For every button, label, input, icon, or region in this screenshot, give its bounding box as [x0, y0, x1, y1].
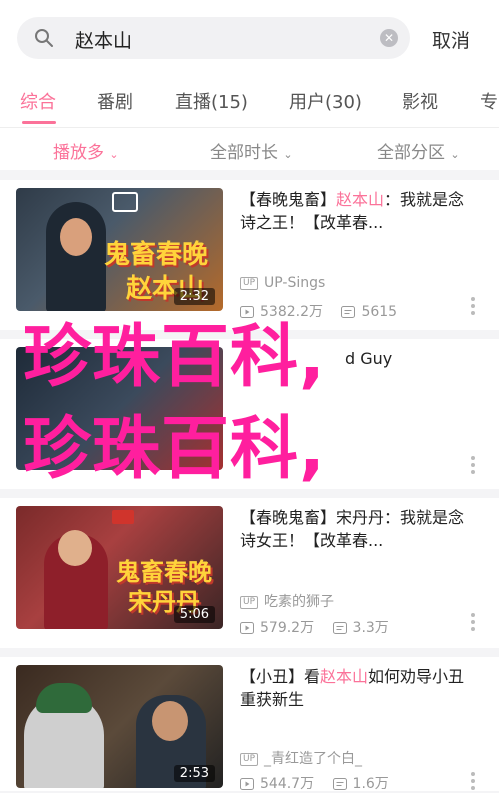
chevron-down-icon: ⌄	[450, 148, 460, 161]
uploader-name: UP-Sings	[264, 275, 326, 291]
tab-anime[interactable]: 番剧	[97, 88, 133, 114]
stats-line: 579.2万 3.3万	[240, 617, 389, 637]
title-highlight: 赵本山	[336, 190, 385, 209]
tab-users[interactable]: 用户(30)	[289, 88, 362, 114]
filter-zone[interactable]: 全部分区 ⌄	[377, 138, 460, 163]
tab-all[interactable]: 综合	[20, 88, 56, 114]
comment-count: 3.3万	[352, 620, 389, 636]
uploader-line[interactable]: UP UP-Sings	[240, 275, 325, 291]
tv-logo-icon	[112, 192, 138, 212]
chevron-down-icon: ⌄	[283, 148, 293, 161]
comment-icon	[341, 306, 356, 318]
video-thumbnail[interactable]: 2:53	[16, 665, 223, 788]
search-bar[interactable]: 赵本山 ✕	[17, 17, 410, 59]
uploader-name: _青红造了个白_	[264, 751, 363, 767]
tab-topics[interactable]: 专	[480, 88, 498, 114]
video-card[interactable]: 鬼畜春晚 宋丹丹 5:06 【春晚鬼畜】宋丹丹：我就是念诗女王！【改革春... …	[0, 498, 499, 648]
video-duration: 2:53	[173, 765, 215, 782]
play-count-icon	[240, 622, 254, 634]
title-tag: 【小丑】看	[240, 667, 321, 686]
video-title[interactable]: 【小丑】看赵本山如何劝导小丑重获新生	[240, 665, 480, 711]
video-thumbnail[interactable]: 鬼畜春晚 赵本山 2:32	[16, 188, 223, 311]
search-input[interactable]: 赵本山	[75, 26, 132, 53]
person-face	[152, 701, 188, 741]
video-card[interactable]: 2:53 【小丑】看赵本山如何劝导小丑重获新生 UP _青红造了个白_ 544.7…	[0, 657, 499, 793]
more-options-icon[interactable]	[471, 772, 475, 793]
uploader-line[interactable]: UP _青红造了个白_	[240, 748, 362, 768]
comment-icon	[332, 622, 347, 634]
uploader-line[interactable]: UP 吃素的狮子	[240, 591, 334, 611]
up-badge-icon: UP	[240, 596, 259, 609]
tv-logo-icon	[112, 510, 134, 524]
video-card[interactable]: 鬼畜春晚 赵本山 2:32 【春晚鬼畜】赵本山：我就是念诗之王！【改革春... …	[0, 180, 499, 330]
category-tabs: 综合 番剧 直播(15) 用户(30) 影视 专	[0, 72, 499, 127]
title-tag: 【春晚鬼畜】	[240, 190, 337, 209]
watermark-text: 珍珠百科,	[23, 318, 326, 397]
video-duration: 5:06	[173, 606, 215, 623]
watermark-text: 珍珠百科,	[23, 410, 326, 489]
more-options-icon[interactable]	[471, 297, 475, 318]
video-title[interactable]: 【春晚鬼畜】赵本山：我就是念诗之王！【改革春...	[240, 188, 480, 234]
stats-line: 544.7万 1.6万	[240, 773, 389, 793]
filter-label: 播放多	[53, 143, 104, 163]
filter-bar: 播放多 ⌄ 全部时长 ⌄ 全部分区 ⌄	[0, 127, 499, 170]
cancel-button[interactable]: 取消	[432, 26, 470, 53]
comment-icon	[332, 778, 347, 790]
person-face	[60, 218, 92, 256]
uploader-name: 吃素的狮子	[264, 594, 335, 610]
filter-label: 全部分区	[377, 143, 445, 163]
tab-active-indicator	[22, 121, 56, 124]
joker-hair	[36, 683, 92, 713]
person-face	[58, 530, 92, 566]
comment-count: 1.6万	[352, 776, 389, 792]
tab-live[interactable]: 直播(15)	[175, 88, 248, 114]
video-thumbnail[interactable]: 鬼畜春晚 宋丹丹 5:06	[16, 506, 223, 629]
play-count-icon	[240, 778, 254, 790]
up-badge-icon: UP	[240, 277, 259, 290]
filter-duration[interactable]: 全部时长 ⌄	[210, 138, 293, 163]
play-count-icon	[240, 306, 254, 318]
play-count: 579.2万	[260, 620, 315, 636]
up-badge-icon: UP	[240, 753, 259, 766]
title-highlight: 赵本山	[320, 667, 369, 686]
filter-label: 全部时长	[210, 143, 278, 163]
video-duration: 2:32	[173, 288, 215, 305]
clear-icon[interactable]: ✕	[380, 29, 398, 47]
play-count: 544.7万	[260, 776, 315, 792]
tab-movies[interactable]: 影视	[402, 88, 438, 114]
video-title[interactable]: 【春晚鬼畜】宋丹丹：我就是念诗女王！【改革春...	[240, 506, 480, 552]
filter-most-played[interactable]: 播放多 ⌄	[53, 138, 119, 163]
top-bar: 赵本山 ✕ 取消	[0, 0, 499, 72]
title-tag: 【春晚鬼畜】	[240, 508, 337, 527]
thumb-caption: 鬼畜春晚	[104, 240, 209, 270]
more-options-icon[interactable]	[471, 613, 475, 634]
search-icon	[35, 29, 53, 47]
chevron-down-icon: ⌄	[109, 148, 119, 161]
